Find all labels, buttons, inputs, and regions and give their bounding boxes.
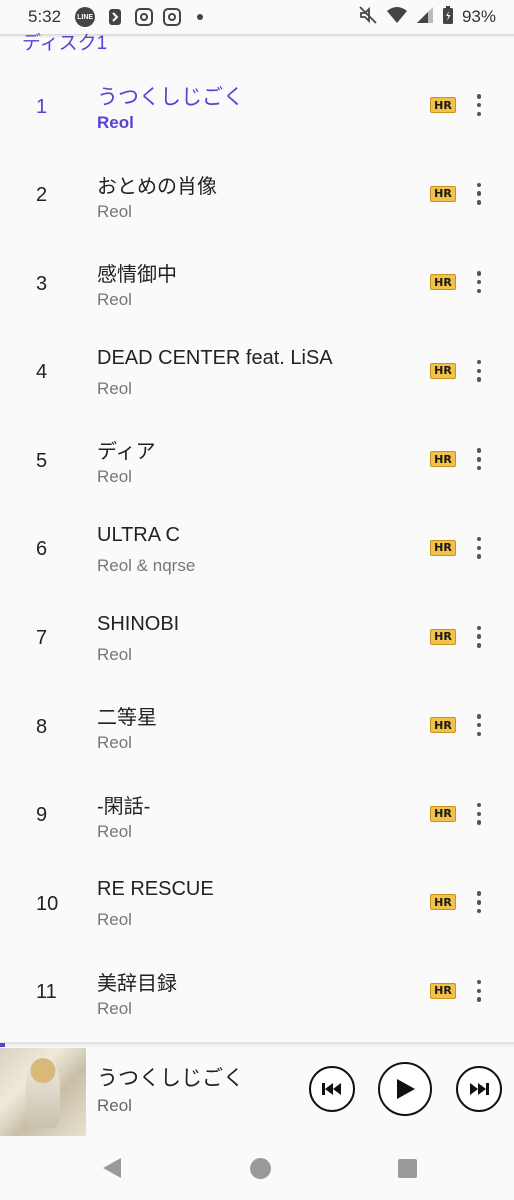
hi-res-badge: HR <box>430 628 456 645</box>
more-options-icon[interactable] <box>468 977 490 1005</box>
album-art-figure <box>26 1058 60 1128</box>
track-title: ULTRA C <box>97 523 180 546</box>
track-artist: Reol <box>97 821 132 841</box>
playback-progress <box>0 1043 5 1047</box>
hi-res-badge: HR <box>430 805 456 822</box>
hi-res-badge: HR <box>430 894 456 911</box>
status-time: 5:32 <box>28 7 62 26</box>
track-artist: Reol <box>97 378 132 398</box>
track-artist: Reol <box>97 998 132 1018</box>
hi-res-badge: HR <box>430 451 456 468</box>
hi-res-badge: HR <box>430 362 456 379</box>
track-number: 9 <box>36 804 48 827</box>
next-button[interactable] <box>456 1066 502 1112</box>
track-title: 二等星 <box>97 707 157 730</box>
track-number: 11 <box>36 981 57 1004</box>
more-options-icon[interactable] <box>468 800 490 828</box>
hi-res-badge: HR <box>430 539 456 556</box>
track-row[interactable]: 9 -閑話- Reol HR <box>0 772 514 861</box>
more-options-icon[interactable] <box>468 888 490 916</box>
track-number: 8 <box>36 715 48 738</box>
more-options-icon[interactable] <box>468 623 490 651</box>
more-options-icon[interactable] <box>468 268 490 296</box>
track-row[interactable]: 4 DEAD CENTER feat. LiSA Reol HR <box>0 329 514 418</box>
track-title: -閑話- <box>97 795 151 818</box>
track-artist: Reol <box>97 467 132 487</box>
track-row[interactable]: 3 感情御中 Reol HR <box>0 240 514 329</box>
track-list: 1 うつくしじごく Reol HR 2 おとめの肖像 Reol HR 3 感情御中 Reol HR 4 D… <box>0 63 514 1038</box>
track-number: 3 <box>36 272 48 295</box>
more-options-icon[interactable] <box>468 357 490 385</box>
track-title: 美辞目録 <box>97 972 177 995</box>
wifi-icon <box>386 6 408 29</box>
hi-res-badge: HR <box>430 717 456 734</box>
more-options-icon[interactable] <box>468 534 490 562</box>
track-row[interactable]: 10 RE RESCUE Reol HR <box>0 860 514 949</box>
track-row[interactable]: 7 SHINOBI Reol HR <box>0 595 514 684</box>
now-playing-artist: Reol <box>97 1096 132 1115</box>
track-title: SHINOBI <box>97 612 180 635</box>
battery-percent: 93% <box>461 7 496 26</box>
track-row[interactable]: 6 ULTRA C Reol & nqrse HR <box>0 506 514 595</box>
more-options-icon[interactable] <box>468 445 490 473</box>
track-artist: Reol <box>97 290 132 310</box>
more-options-icon[interactable] <box>468 711 490 739</box>
track-number: 4 <box>36 361 48 384</box>
mute-icon <box>358 5 378 30</box>
track-title: おとめの肖像 <box>97 175 217 198</box>
track-number: 6 <box>36 538 48 561</box>
track-number: 5 <box>36 449 48 472</box>
track-row[interactable]: 8 二等星 Reol HR <box>0 683 514 772</box>
mini-player[interactable]: うつくしじごく Reol <box>0 1048 514 1136</box>
play-icon <box>397 1079 415 1099</box>
track-row[interactable]: 1 うつくしじごく Reol HR <box>0 63 514 152</box>
disc-header: ディスク1 <box>22 33 108 54</box>
track-artist: Reol <box>97 201 132 221</box>
track-artist: Reol <box>97 113 134 132</box>
instagram-icon <box>135 8 154 26</box>
navigation-bar <box>0 1136 514 1200</box>
track-artist: Reol <box>97 910 132 930</box>
now-playing-title: うつくしじごく <box>97 1067 244 1090</box>
recents-icon[interactable] <box>398 1159 417 1178</box>
track-title: 感情御中 <box>97 264 177 287</box>
instagram-icon <box>163 8 182 26</box>
track-row[interactable]: 5 ディア Reol HR <box>0 417 514 506</box>
skip-previous-icon <box>322 1083 341 1095</box>
dot-icon <box>197 14 204 20</box>
battery-icon <box>442 5 454 30</box>
track-row[interactable]: 11 美辞目録 Reol HR <box>0 949 514 1038</box>
track-artist: Reol <box>97 733 132 753</box>
album-art[interactable] <box>0 1048 86 1136</box>
more-options-icon[interactable] <box>468 180 490 208</box>
line-icon: LINE <box>75 7 96 27</box>
track-title: うつくしじごく <box>97 86 244 109</box>
signal-icon <box>416 6 434 29</box>
previous-button[interactable] <box>309 1066 355 1112</box>
notification-app-icon <box>105 7 125 27</box>
back-icon[interactable] <box>103 1158 121 1178</box>
hi-res-badge: HR <box>430 185 456 202</box>
skip-next-icon <box>470 1083 489 1095</box>
track-row[interactable]: 2 おとめの肖像 Reol HR <box>0 152 514 241</box>
hi-res-badge: HR <box>430 982 456 999</box>
track-title: RE RESCUE <box>97 878 214 901</box>
hi-res-badge: HR <box>430 274 456 291</box>
more-options-icon[interactable] <box>468 91 490 119</box>
home-icon[interactable] <box>250 1158 271 1179</box>
track-number: 7 <box>36 627 48 650</box>
track-artist: Reol <box>97 644 132 664</box>
track-number: 2 <box>36 184 48 207</box>
play-button[interactable] <box>378 1062 432 1116</box>
track-artist: Reol & nqrse <box>97 555 196 575</box>
track-number: 1 <box>36 95 48 118</box>
track-title: DEAD CENTER feat. LiSA <box>97 346 333 369</box>
track-title: ディア <box>97 441 156 464</box>
hi-res-badge: HR <box>430 97 456 113</box>
track-number: 10 <box>36 892 59 915</box>
